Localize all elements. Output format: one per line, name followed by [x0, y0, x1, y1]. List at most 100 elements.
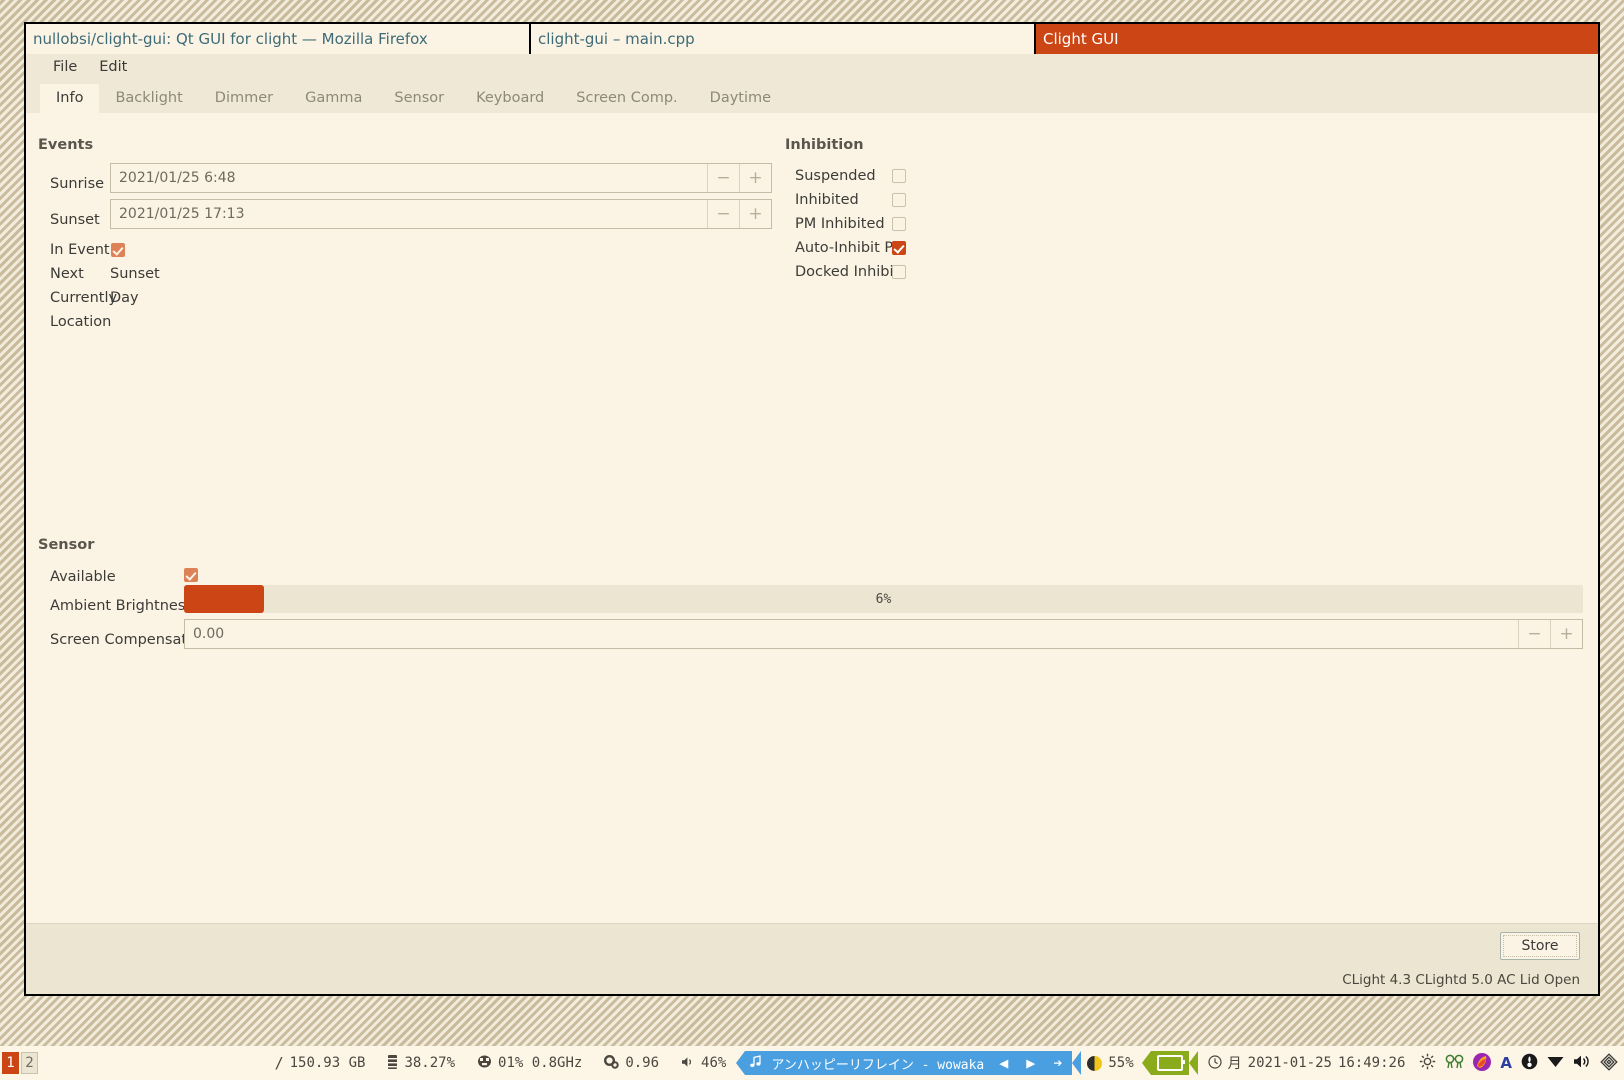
memory-value: 38.27% [404, 1055, 456, 1071]
sunset-label: Sunset [50, 212, 100, 228]
sunrise-spinbox[interactable]: 2021/01/25 6:48 − + [110, 163, 772, 193]
glasses-icon[interactable] [1445, 1054, 1464, 1072]
next-value: Sunset [110, 266, 160, 282]
window-tab-label: clight-gui – main.cpp [538, 30, 695, 48]
disk-value: 150.93 GB [289, 1055, 366, 1071]
tab-daytime[interactable]: Daytime [694, 84, 787, 114]
load-widget[interactable]: 0.96 [604, 1054, 660, 1072]
battery-chip-right-chevron [1188, 1051, 1198, 1075]
ambient-brightness-label: Ambient Brightness [50, 598, 193, 614]
disk-icon: / [274, 1053, 284, 1072]
brightness-value: 55% [1108, 1055, 1134, 1071]
tab-sensor[interactable]: Sensor [378, 84, 460, 114]
currently-label: Currently [50, 290, 118, 306]
auto-inhibit-pm-label: Auto-Inhibit PM [795, 240, 906, 256]
load-value: 0.96 [625, 1055, 660, 1071]
window-tab-label: nullobsi/clight-gui: Qt GUI for clight —… [33, 30, 428, 48]
music-title: アンハッピーリフレイン - wowaka [771, 1057, 985, 1073]
store-button[interactable]: Store [1500, 932, 1580, 960]
brightness-widget[interactable]: 55% [1087, 1055, 1134, 1071]
sunset-spinbox[interactable]: 2021/01/25 17:13 − + [110, 199, 772, 229]
cpu-widget[interactable]: 01% 0.8GHz [477, 1055, 582, 1071]
suspended-label: Suspended [795, 168, 876, 184]
screen-compensation-increment-button[interactable]: + [1550, 620, 1582, 648]
pm-inhibited-label: PM Inhibited [795, 216, 885, 232]
auto-inhibit-pm-checkbox[interactable] [892, 241, 906, 255]
sensor-section-title: Sensor [38, 537, 95, 553]
events-section-title: Events [38, 137, 94, 153]
note-icon [749, 1054, 762, 1072]
volume-value: 46% [701, 1055, 727, 1071]
window-tab-firefox[interactable]: nullobsi/clight-gui: Qt GUI for clight —… [26, 24, 531, 54]
docked-inhibit-checkbox[interactable] [892, 265, 906, 279]
in-event-checkbox[interactable] [111, 243, 125, 257]
inhibition-section-title: Inhibition [785, 137, 864, 153]
screen-compensation-decrement-button[interactable]: − [1518, 620, 1550, 648]
info-panel: Events Sunrise 2021/01/25 6:48 − + Sunse… [26, 113, 1598, 923]
menu-file[interactable]: File [42, 57, 88, 77]
memory-widget[interactable]: 38.27% [387, 1054, 456, 1072]
screen-compensation-spinbox[interactable]: 0.00 − + [184, 619, 1583, 649]
sun-icon[interactable] [1419, 1053, 1436, 1073]
clock-time: 16:49:26 [1337, 1055, 1406, 1071]
screen-compensation-value[interactable]: 0.00 [185, 620, 1518, 648]
battery-chip-left-chevron [1141, 1051, 1151, 1075]
inhibited-checkbox[interactable] [892, 193, 906, 207]
tabbar: Info Backlight Dimmer Gamma Sensor Keybo… [26, 80, 1598, 113]
window-tab-clight-gui[interactable]: Clight GUI [1036, 24, 1598, 54]
tab-screen-comp[interactable]: Screen Comp. [560, 84, 693, 114]
desktop-1-button[interactable]: 1 [2, 1052, 19, 1074]
letter-a-icon[interactable]: A [1500, 1055, 1512, 1071]
sunrise-value[interactable]: 2021/01/25 6:48 [111, 164, 707, 192]
cpu-value: 01% 0.8GHz [498, 1055, 583, 1071]
tab-dimmer[interactable]: Dimmer [199, 84, 289, 114]
available-checkbox[interactable] [184, 568, 198, 582]
clight-gui-window: nullobsi/clight-gui: Qt GUI for clight —… [24, 22, 1600, 996]
triangle-down-icon[interactable] [1547, 1055, 1564, 1071]
window-tab-label: Clight GUI [1043, 30, 1119, 48]
clock-widget[interactable]: 月 2021-01-25 16:49:26 [1208, 1053, 1406, 1073]
ambient-brightness-progressbar: 6% [184, 585, 1583, 613]
pm-inhibited-checkbox[interactable] [892, 217, 906, 231]
disk-widget[interactable]: / 150.93 GB [275, 1055, 366, 1071]
tab-backlight[interactable]: Backlight [99, 84, 198, 114]
layers-icon[interactable] [1600, 1052, 1618, 1074]
music-next-button[interactable]: ➔ [1053, 1054, 1062, 1072]
currently-value: Day [110, 290, 139, 306]
window-tab-editor[interactable]: clight-gui – main.cpp [531, 24, 1036, 54]
desktop-2-button[interactable]: 2 [21, 1052, 38, 1074]
status-bar-text: CLight 4.3 CLightd 5.0 AC Lid Open [1342, 972, 1580, 988]
suspended-checkbox[interactable] [892, 169, 906, 183]
desktop-switcher: 1 2 [2, 1052, 38, 1074]
volume-widget[interactable]: 46% [681, 1055, 726, 1071]
sunset-decrement-button[interactable]: − [707, 200, 739, 228]
in-event-label: In Event [50, 242, 110, 258]
clock-icon [1208, 1054, 1222, 1072]
tab-info[interactable]: Info [40, 83, 100, 113]
window-titlebar: nullobsi/clight-gui: Qt GUI for clight —… [26, 24, 1598, 54]
circle-icon[interactable] [1521, 1053, 1538, 1073]
sunrise-increment-button[interactable]: + [739, 164, 771, 192]
menu-edit[interactable]: Edit [88, 57, 138, 77]
volume-icon[interactable] [1573, 1054, 1591, 1072]
memory-icon [387, 1054, 399, 1072]
sunset-increment-button[interactable]: + [739, 200, 771, 228]
tab-gamma[interactable]: Gamma [289, 84, 378, 114]
sunset-value[interactable]: 2021/01/25 17:13 [111, 200, 707, 228]
music-player-widget[interactable]: アンハッピーリフレイン - wowaka ◀ ▶ ➔ [745, 1051, 1073, 1075]
music-chip-right-chevron [1072, 1051, 1082, 1075]
speaker-icon [681, 1056, 695, 1071]
sunrise-decrement-button[interactable]: − [707, 164, 739, 192]
docked-inhibit-label: Docked Inhibit [795, 264, 900, 280]
location-label: Location [50, 314, 112, 330]
music-play-button[interactable]: ▶ [1026, 1054, 1035, 1072]
music-prev-button[interactable]: ◀ [999, 1054, 1008, 1072]
system-tray: A [1419, 1052, 1618, 1074]
window-footer: Store CLight 4.3 CLightd 5.0 AC Lid Open [26, 923, 1598, 994]
battery-widget[interactable] [1150, 1051, 1189, 1075]
menubar: File Edit [26, 54, 1598, 80]
next-label: Next [50, 266, 84, 282]
tab-keyboard[interactable]: Keyboard [460, 84, 560, 114]
colorful-icon[interactable] [1473, 1052, 1492, 1074]
cpu-icon [477, 1055, 492, 1071]
